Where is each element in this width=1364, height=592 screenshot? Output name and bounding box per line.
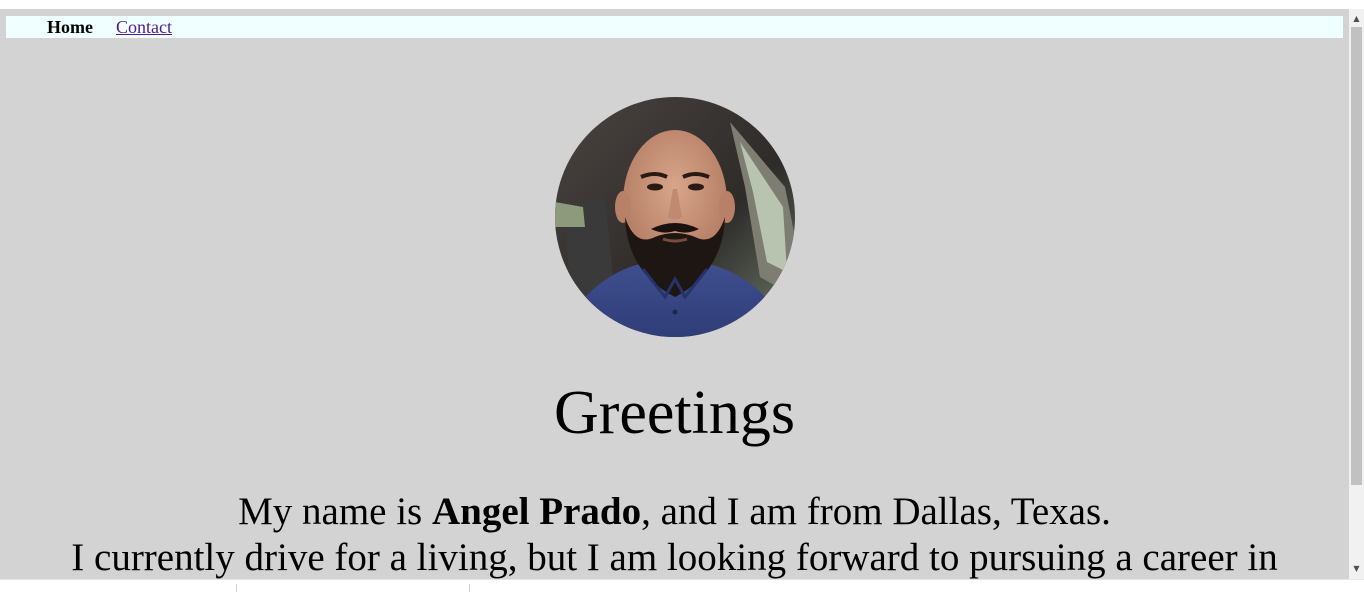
bottom-divider	[236, 584, 237, 592]
bio-line1-prefix: My name is	[238, 490, 432, 533]
profile-photo	[555, 97, 795, 337]
greeting-heading: Greetings	[553, 379, 796, 447]
bio-line1-suffix: , and I am from Dallas, Texas.	[641, 490, 1111, 533]
vertical-scrollbar[interactable]: ▲ ▼	[1349, 9, 1364, 579]
bottom-divider	[469, 584, 470, 592]
bio-text: My name is Angel Prado, and I am from Da…	[0, 489, 1349, 579]
scroll-down-arrow-icon[interactable]: ▼	[1349, 561, 1364, 576]
top-navbar: Home Contact	[6, 16, 1343, 38]
nav-home-link[interactable]: Home	[47, 16, 93, 38]
nav-contact-link[interactable]: Contact	[116, 16, 172, 38]
bottom-bar	[0, 579, 1364, 592]
top-strip	[0, 0, 1364, 9]
page-body: Home Contact Greetings My name is Angel …	[0, 9, 1349, 579]
bio-name: Angel Prado	[432, 490, 642, 533]
profile-photo-illustration	[555, 97, 795, 337]
scrollbar-thumb[interactable]	[1351, 27, 1362, 485]
browser-viewport: Home Contact Greetings My name is Angel …	[0, 0, 1364, 592]
scroll-up-arrow-icon[interactable]: ▲	[1349, 11, 1364, 26]
bio-line2: I currently drive for a living, but I am…	[71, 536, 1278, 579]
